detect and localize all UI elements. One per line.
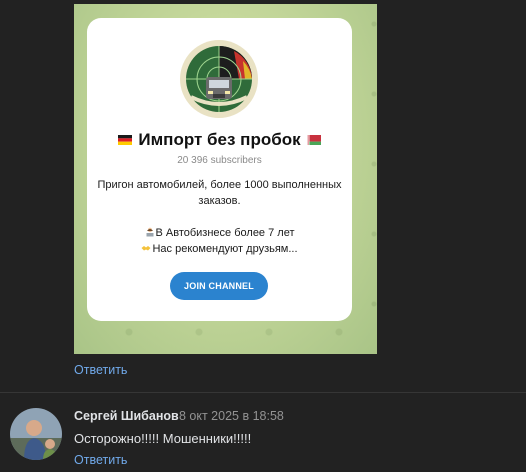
description-line: В Автобизнесе более 7 лет [97, 225, 342, 241]
belarus-flag-icon [306, 135, 321, 145]
handshake-emoji-icon [141, 246, 151, 251]
reply-link[interactable]: Ответить [74, 363, 127, 377]
germany-flag-icon [118, 135, 133, 145]
channel-title-text: Импорт без пробок [138, 130, 301, 149]
channel-description: Пригон автомобилей, более 1000 выполненн… [97, 177, 342, 257]
avatar-photo-icon [10, 408, 62, 460]
channel-preview-image[interactable]: Импорт без пробок 20 396 subscribers При… [74, 4, 377, 354]
subscriber-count: 20 396 subscribers [177, 155, 262, 166]
comment-date[interactable]: 8 окт 2025 в 18:58 [179, 409, 284, 423]
reply-link[interactable]: Ответить [74, 453, 127, 467]
channel-card: Импорт без пробок 20 396 subscribers При… [87, 18, 352, 321]
avatar[interactable] [10, 408, 62, 460]
channel-title: Импорт без пробок [87, 130, 352, 150]
channel-logo-icon [180, 40, 258, 118]
description-line: Пригон автомобилей, более 1000 выполненн… [97, 179, 342, 207]
person-laptop-emoji-icon [146, 227, 153, 237]
description-line: Нас рекомендуют друзьям... [97, 241, 342, 257]
comment-text: Осторожно!!!!! Мошенники!!!!! [74, 431, 252, 446]
comment-author[interactable]: Сергей Шибанов [74, 409, 179, 423]
comment-divider [0, 392, 526, 393]
join-channel-button[interactable]: JOIN CHANNEL [170, 272, 268, 300]
